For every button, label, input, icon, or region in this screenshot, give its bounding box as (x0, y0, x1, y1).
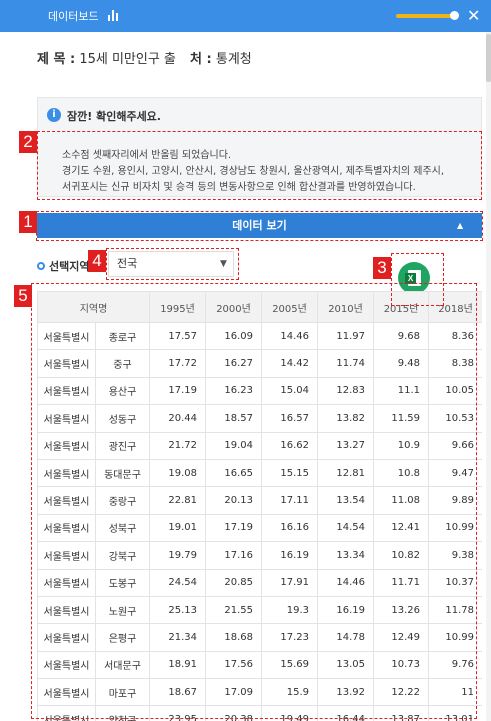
annotation-label-3: 3 (373, 257, 391, 279)
scrollbar[interactable] (486, 32, 491, 721)
radio-dot-icon (37, 262, 45, 270)
annotation-box-2 (37, 131, 482, 200)
bar-chart-icon[interactable] (107, 9, 119, 21)
close-icon[interactable]: ✕ (467, 6, 480, 25)
subject-value: 15세 미만인구 출 (79, 52, 176, 67)
scrollbar-thumb[interactable] (486, 34, 491, 82)
annotation-box-4 (106, 248, 239, 280)
annotation-box-5 (31, 283, 477, 719)
annotation-box-1 (36, 211, 483, 241)
top-bar: 데이터보드 ✕ (0, 0, 491, 32)
annotation-label-2: 2 (19, 131, 37, 153)
slider-knob[interactable] (450, 11, 459, 20)
region-label: 선택지역 (37, 258, 89, 274)
size-slider[interactable] (396, 11, 459, 20)
info-icon: i (47, 108, 61, 122)
annotation-label-4: 4 (88, 250, 106, 272)
source-value: 통계청 (215, 52, 252, 67)
subject-label: 제 목 : (37, 52, 76, 67)
notice-title: 잠깐! 확인해주세요. (67, 110, 161, 123)
meta-info: 제 목 : 15세 미만인구 출 처 : 통계청 (37, 48, 252, 67)
annotation-label-5: 5 (14, 285, 32, 307)
annotation-label-1: 1 (19, 211, 37, 233)
app-title: 데이터보드 (48, 10, 99, 23)
source-label: 처 : (190, 52, 212, 67)
slider-track[interactable] (396, 14, 458, 18)
